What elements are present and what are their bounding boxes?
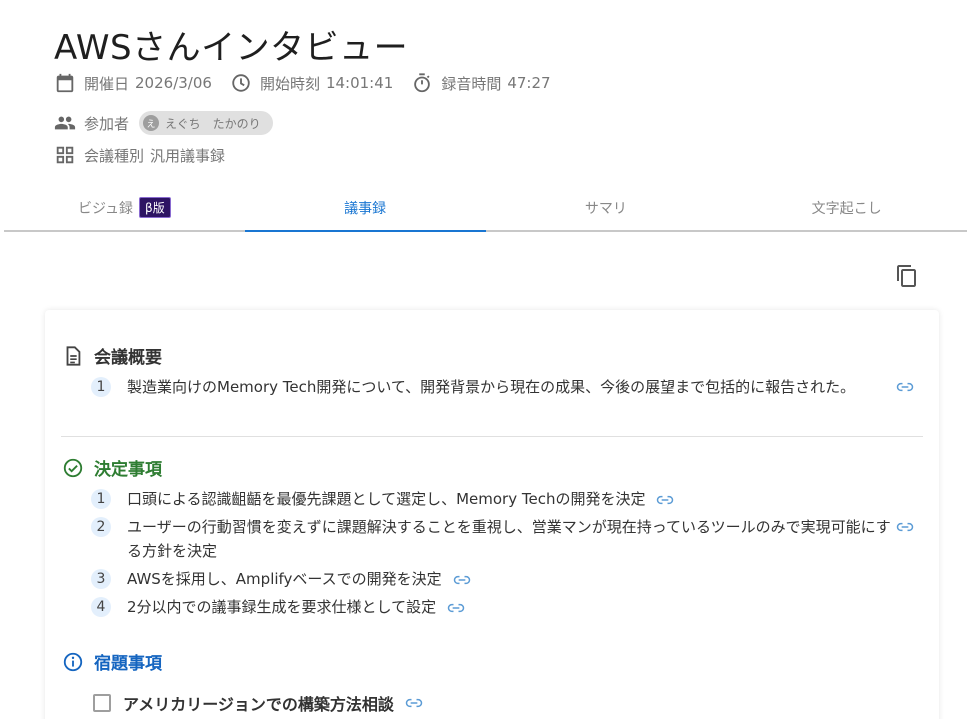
list-item: 1 口頭による認識齟齬を最優先課題として選定し、Memory Techの開発を決… [91,487,891,511]
type-label: 会議種別 [84,146,145,165]
tasks-title: 宿題事項 [94,654,162,674]
tab-visual-notes[interactable]: ビジュ録 β版 [4,185,245,230]
duration-label: 録音時間 [441,74,502,93]
grid-icon [56,146,74,164]
task-text: アメリカリージョンでの構築方法相談 [123,695,394,714]
decisions-heading: 決定事項 [62,455,162,480]
link-icon[interactable] [895,517,915,537]
tab-label: 文字起こし [811,200,882,217]
tab-minutes[interactable]: 議事録 [244,185,486,232]
duration-value: 47:27 [507,74,551,92]
overview-list: 1 製造業向けのMemory Tech開発について、開発背景から現在の成果、今後… [91,375,914,403]
overview-heading: 会議概要 [62,343,162,368]
document-icon [66,345,81,366]
people-icon [54,116,76,130]
item-number: 1 [91,489,111,509]
participants: 参加者 え えぐち たかのり [54,111,273,135]
meeting-date: 開催日 2026/3/06 [54,72,212,94]
list-item: 1 製造業向けのMemory Tech開発について、開発背景から現在の成果、今後… [91,375,914,399]
participants-label: 参加者 [84,114,130,133]
item-text: 口頭による認識齟齬を最優先課題として選定し、Memory Techの開発を決定 [127,490,646,508]
date-label: 開催日 [84,74,130,93]
tab-label: サマリ [584,200,627,217]
tasks-heading: 宿題事項 [62,649,162,674]
beta-badge: β版 [139,197,171,218]
info-icon [63,652,83,671]
participant-name: えぐち たかのり [165,116,261,131]
type-value: 汎用議事録 [150,146,226,165]
tab-label: 議事録 [344,200,387,217]
link-icon[interactable] [655,490,675,510]
overview-title: 会議概要 [94,348,162,368]
participant-chip[interactable]: え えぐち たかのり [139,111,273,135]
page-title: AWSさんインタビュー [54,28,409,68]
list-item: 4 2分以内での議事録生成を要求仕様として設定 [91,595,891,619]
list-item: 3 AWSを採用し、Amplifyベースでの開発を決定 [91,567,891,591]
tab-transcript[interactable]: 文字起こし [726,185,967,230]
item-text: 製造業向けのMemory Tech開発について、開発背景から現在の成果、今後の展… [127,378,856,396]
item-number: 3 [91,569,111,589]
start-value: 14:01:41 [325,74,394,92]
tab-summary[interactable]: サマリ [486,185,727,230]
task-item: アメリカリージョンでの構築方法相談 [93,691,424,715]
list-item: 2 ユーザーの行動習慣を変えずに課題解決することを重視し、営業マンが現在持ってい… [91,515,914,563]
meeting-type: 会議種別 汎用議事録 [54,144,225,166]
calendar-icon [56,73,74,93]
participants-row: 参加者 え えぐち たかのり [54,111,273,135]
meeting-duration: 録音時間 47:27 [411,72,551,94]
item-number: 1 [91,377,111,397]
item-number: 4 [91,597,111,617]
meeting-type-row: 会議種別 汎用議事録 [54,144,243,166]
meeting-meta: 開催日 2026/3/06 開始時刻 14:01:41 録音時間 47:27 [54,72,569,94]
avatar: え [143,115,160,131]
item-number: 2 [91,517,111,537]
check-circle-icon [63,458,83,477]
item-text: AWSを採用し、Amplifyベースでの開発を決定 [127,570,442,588]
minutes-card: 会議概要 1 製造業向けのMemory Tech開発について、開発背景から現在の… [45,310,939,719]
item-text: 2分以内での議事録生成を要求仕様として設定 [127,598,437,616]
link-icon[interactable] [452,570,472,590]
link-icon[interactable] [404,693,424,713]
copy-button[interactable] [893,262,921,290]
task-checkbox[interactable] [93,694,111,712]
decisions-title: 決定事項 [94,460,162,480]
timer-icon [414,73,431,93]
start-label: 開始時刻 [259,74,320,93]
tab-label: ビジュ録 [78,200,134,217]
meeting-start-time: 開始時刻 14:01:41 [230,72,393,94]
link-icon[interactable] [446,598,466,618]
copy-icon [897,265,916,287]
item-text: ユーザーの行動習慣を変えずに課題解決することを重視し、営業マンが現在持っているツ… [127,518,891,560]
tab-bar: ビジュ録 β版 議事録 サマリ 文字起こし [4,185,967,232]
clock-icon [232,74,250,92]
decisions-list: 1 口頭による認識齟齬を最優先課題として選定し、Memory Techの開発を決… [91,487,914,623]
link-icon[interactable] [895,377,915,397]
date-value: 2026/3/06 [135,74,212,92]
section-divider [61,436,923,437]
